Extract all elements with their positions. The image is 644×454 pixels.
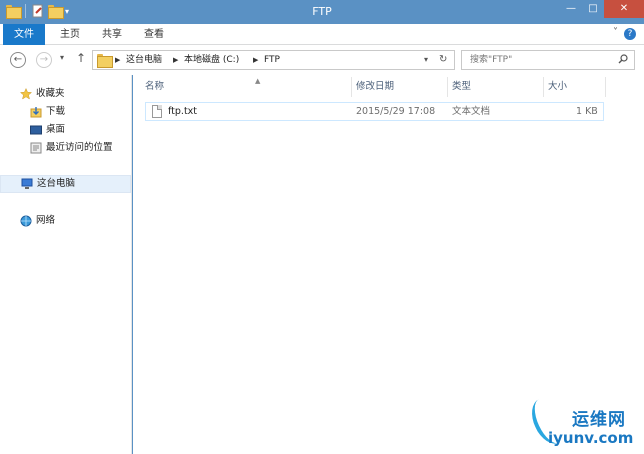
address-dropdown-icon[interactable]: ▾: [424, 51, 428, 69]
folder-icon: [97, 54, 113, 68]
nav-label: 这台电脑: [37, 178, 76, 189]
address-bar[interactable]: ▶ 这台电脑 ▶ 本地磁盘 (C:) ▶ FTP ▾ ↻: [92, 50, 455, 70]
recent-locations-chevron-icon[interactable]: ▾: [60, 53, 64, 62]
tab-file[interactable]: 文件: [3, 24, 45, 45]
nav-label: 收藏夹: [36, 88, 65, 99]
search-box[interactable]: 搜索"FTP": [461, 50, 635, 70]
breadcrumb-separator[interactable]: ▶: [173, 51, 178, 69]
breadcrumb-ftp[interactable]: FTP: [264, 51, 280, 69]
nav-item-network[interactable]: 网络: [20, 212, 55, 230]
column-divider[interactable]: [543, 77, 544, 97]
search-input[interactable]: 搜索"FTP": [470, 51, 512, 69]
breadcrumb-local-disk[interactable]: 本地磁盘 (C:): [184, 51, 239, 69]
nav-item-downloads[interactable]: 下载: [30, 103, 65, 121]
table-row[interactable]: ftp.txt 2015/5/29 17:08 文本文档 1 KB: [145, 102, 604, 121]
watermark-cn: 运维网: [572, 410, 626, 430]
computer-icon: [21, 178, 33, 190]
star-icon: [19, 87, 33, 100]
up-button[interactable]: ↑: [76, 51, 86, 65]
title-bar: ▾ FTP — □ ✕: [0, 0, 644, 24]
expand-ribbon-icon[interactable]: ˅: [613, 27, 618, 38]
network-icon: [20, 215, 32, 227]
nav-item-this-pc[interactable]: 这台电脑: [0, 175, 131, 193]
file-size: 1 KB: [576, 106, 598, 117]
minimize-button[interactable]: —: [560, 0, 582, 18]
breadcrumb-separator[interactable]: ▶: [253, 51, 258, 69]
nav-label: 网络: [36, 215, 56, 226]
close-button[interactable]: ✕: [604, 0, 644, 18]
explorer-window: ▾ FTP — □ ✕ 文件 主页 共享 查看 ˅ ? ← → ▾ ↑ ▶ 这台…: [0, 0, 644, 454]
navigation-pane: 收藏夹 下载 桌面 最近访问的位置 这台电脑 网络: [0, 75, 132, 454]
column-header-type[interactable]: 类型: [452, 75, 542, 99]
sort-up-icon: ▲: [255, 77, 261, 85]
tab-view[interactable]: 查看: [136, 24, 172, 45]
breadcrumb-this-pc[interactable]: 这台电脑: [126, 51, 162, 69]
help-icon[interactable]: ?: [624, 28, 636, 40]
ribbon-tab-bar: 文件 主页 共享 查看 ˅ ?: [0, 24, 644, 45]
maximize-button[interactable]: □: [582, 0, 604, 18]
nav-label: 下载: [46, 106, 66, 117]
text-file-icon: [152, 105, 162, 118]
column-header-modified[interactable]: 修改日期: [356, 75, 444, 99]
watermark-en: iyunv.com: [548, 429, 634, 447]
column-header-size[interactable]: 大小: [548, 75, 603, 99]
file-name: ftp.txt: [168, 106, 198, 117]
column-header-name[interactable]: ▲ 名称: [145, 75, 355, 99]
nav-item-recent-places[interactable]: 最近访问的位置: [30, 139, 113, 157]
watermark: 运维网 iyunv.com: [525, 392, 640, 453]
tab-share[interactable]: 共享: [94, 24, 130, 45]
column-divider[interactable]: [351, 77, 352, 97]
column-divider[interactable]: [605, 77, 606, 97]
breadcrumb-separator[interactable]: ▶: [115, 51, 120, 69]
column-divider[interactable]: [447, 77, 448, 97]
nav-item-favorites[interactable]: 收藏夹: [19, 85, 65, 103]
back-button[interactable]: ←: [10, 52, 26, 68]
refresh-icon[interactable]: ↻: [439, 51, 447, 69]
forward-button[interactable]: →: [36, 52, 52, 68]
downloads-icon: [30, 106, 42, 118]
file-type: 文本文档: [452, 106, 491, 117]
window-controls: — □ ✕: [560, 0, 644, 18]
nav-item-desktop[interactable]: 桌面: [30, 121, 65, 139]
nav-label: 桌面: [46, 124, 66, 135]
search-icon[interactable]: [618, 54, 628, 64]
window-title: FTP: [312, 5, 332, 18]
recent-places-icon: [30, 142, 42, 154]
tab-home[interactable]: 主页: [52, 24, 88, 45]
navigation-bar: ← → ▾ ↑ ▶ 这台电脑 ▶ 本地磁盘 (C:) ▶ FTP ▾ ↻ 搜索"…: [0, 45, 644, 75]
nav-label: 最近访问的位置: [46, 142, 113, 153]
file-modified: 2015/5/29 17:08: [356, 106, 436, 117]
desktop-icon: [30, 124, 42, 136]
